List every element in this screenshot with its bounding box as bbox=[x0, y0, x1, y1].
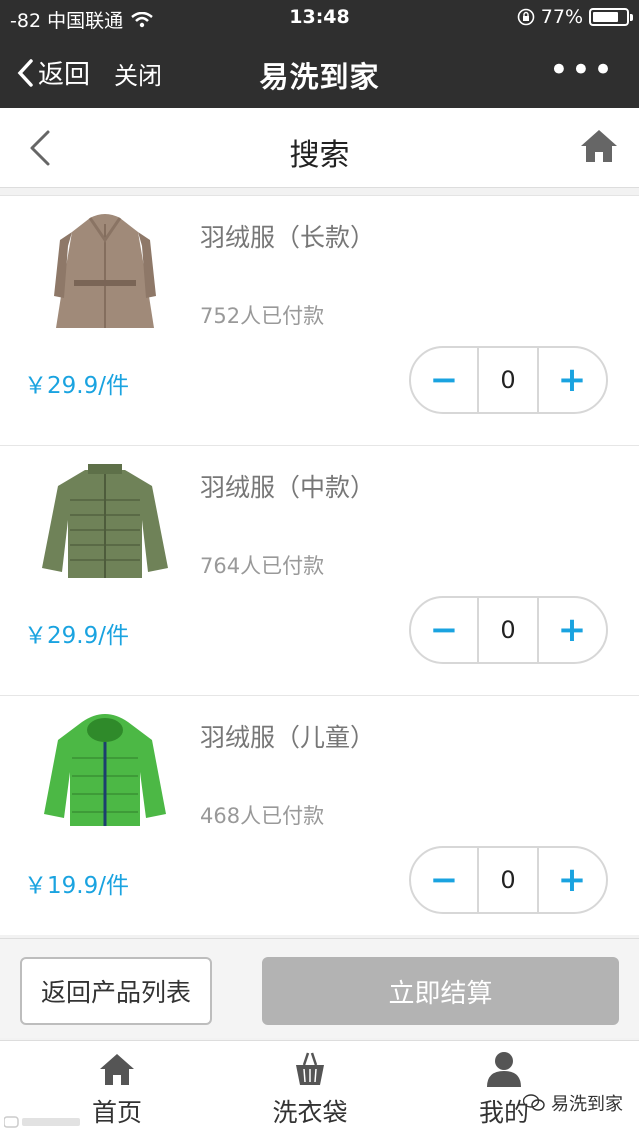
increment-button[interactable]: + bbox=[539, 848, 605, 912]
tab-mine[interactable]: 我的 bbox=[424, 1049, 584, 1129]
product-item: 羽绒服（长款） 752人已付款 ￥29.9/件 − 0 + bbox=[0, 196, 639, 446]
quantity-stepper: − 0 + bbox=[409, 346, 608, 414]
top-bar: -82 中国联通 13:48 77% 返回 关闭 易洗到家 ••• bbox=[0, 0, 639, 108]
wechat-icon bbox=[523, 1094, 545, 1111]
quantity-stepper: − 0 + bbox=[409, 596, 608, 664]
action-bar: 返回产品列表 立即结算 bbox=[0, 938, 639, 1038]
watermark-logo-left bbox=[4, 1116, 80, 1128]
wechat-title: 易洗到家 bbox=[259, 60, 380, 94]
quantity-stepper: − 0 + bbox=[409, 846, 608, 914]
product-name: 羽绒服（中款） bbox=[200, 473, 376, 502]
product-sold-count: 752人已付款 bbox=[200, 304, 325, 328]
product-list: 羽绒服（长款） 752人已付款 ￥29.9/件 − 0 + 羽绒服（中款） 76… bbox=[0, 195, 639, 946]
page-header: 搜索 bbox=[0, 108, 639, 188]
home-tab-icon bbox=[100, 1054, 134, 1085]
quantity-value[interactable]: 0 bbox=[477, 348, 539, 412]
tab-laundry-bag-label: 洗衣袋 bbox=[272, 1098, 348, 1127]
product-price: ￥29.9/件 bbox=[24, 373, 129, 399]
product-sold-count: 468人已付款 bbox=[200, 804, 325, 828]
long-down-coat-image bbox=[54, 214, 156, 328]
battery-percent: 77% bbox=[540, 6, 583, 28]
battery-icon bbox=[589, 8, 633, 26]
kids-down-jacket-image bbox=[44, 714, 166, 826]
basket-icon bbox=[296, 1052, 324, 1085]
more-button[interactable]: ••• bbox=[549, 50, 615, 90]
increment-button[interactable]: + bbox=[539, 598, 605, 662]
product-name: 羽绒服（儿童） bbox=[200, 723, 376, 752]
user-icon bbox=[487, 1052, 521, 1087]
status-right: 77% bbox=[517, 6, 633, 28]
watermark-text: 易洗到家 bbox=[551, 1094, 623, 1115]
tab-bar: 首页 洗衣袋 我的 易洗到家 bbox=[0, 1040, 639, 1136]
product-sold-count: 764人已付款 bbox=[200, 554, 325, 578]
product-price: ￥29.9/件 bbox=[24, 623, 129, 649]
product-price: ￥19.9/件 bbox=[24, 873, 129, 899]
decrement-button[interactable]: − bbox=[411, 598, 477, 662]
product-name: 羽绒服（长款） bbox=[200, 223, 376, 252]
tab-laundry-bag[interactable]: 洗衣袋 bbox=[230, 1049, 390, 1129]
quantity-value[interactable]: 0 bbox=[477, 848, 539, 912]
rotation-lock-icon bbox=[517, 8, 535, 26]
watermark-right: 易洗到家 bbox=[523, 1090, 623, 1116]
product-item: 羽绒服（中款） 764人已付款 ￥29.9/件 − 0 + bbox=[0, 446, 639, 696]
tab-home-label: 首页 bbox=[91, 1098, 142, 1127]
decrement-button[interactable]: − bbox=[411, 348, 477, 412]
page-title: 搜索 bbox=[289, 138, 350, 173]
mid-down-jacket-image bbox=[42, 464, 168, 578]
decrement-button[interactable]: − bbox=[411, 848, 477, 912]
checkout-button[interactable]: 立即结算 bbox=[262, 957, 619, 1025]
home-icon[interactable] bbox=[579, 126, 619, 166]
product-item: 羽绒服（儿童） 468人已付款 ￥19.9/件 − 0 + bbox=[0, 696, 639, 946]
status-bar: -82 中国联通 13:48 77% bbox=[0, 0, 639, 36]
back-to-list-button[interactable]: 返回产品列表 bbox=[20, 957, 212, 1025]
wechat-nav: 返回 关闭 易洗到家 ••• bbox=[0, 36, 639, 108]
quantity-value[interactable]: 0 bbox=[477, 598, 539, 662]
tab-mine-label: 我的 bbox=[478, 1098, 529, 1127]
increment-button[interactable]: + bbox=[539, 348, 605, 412]
